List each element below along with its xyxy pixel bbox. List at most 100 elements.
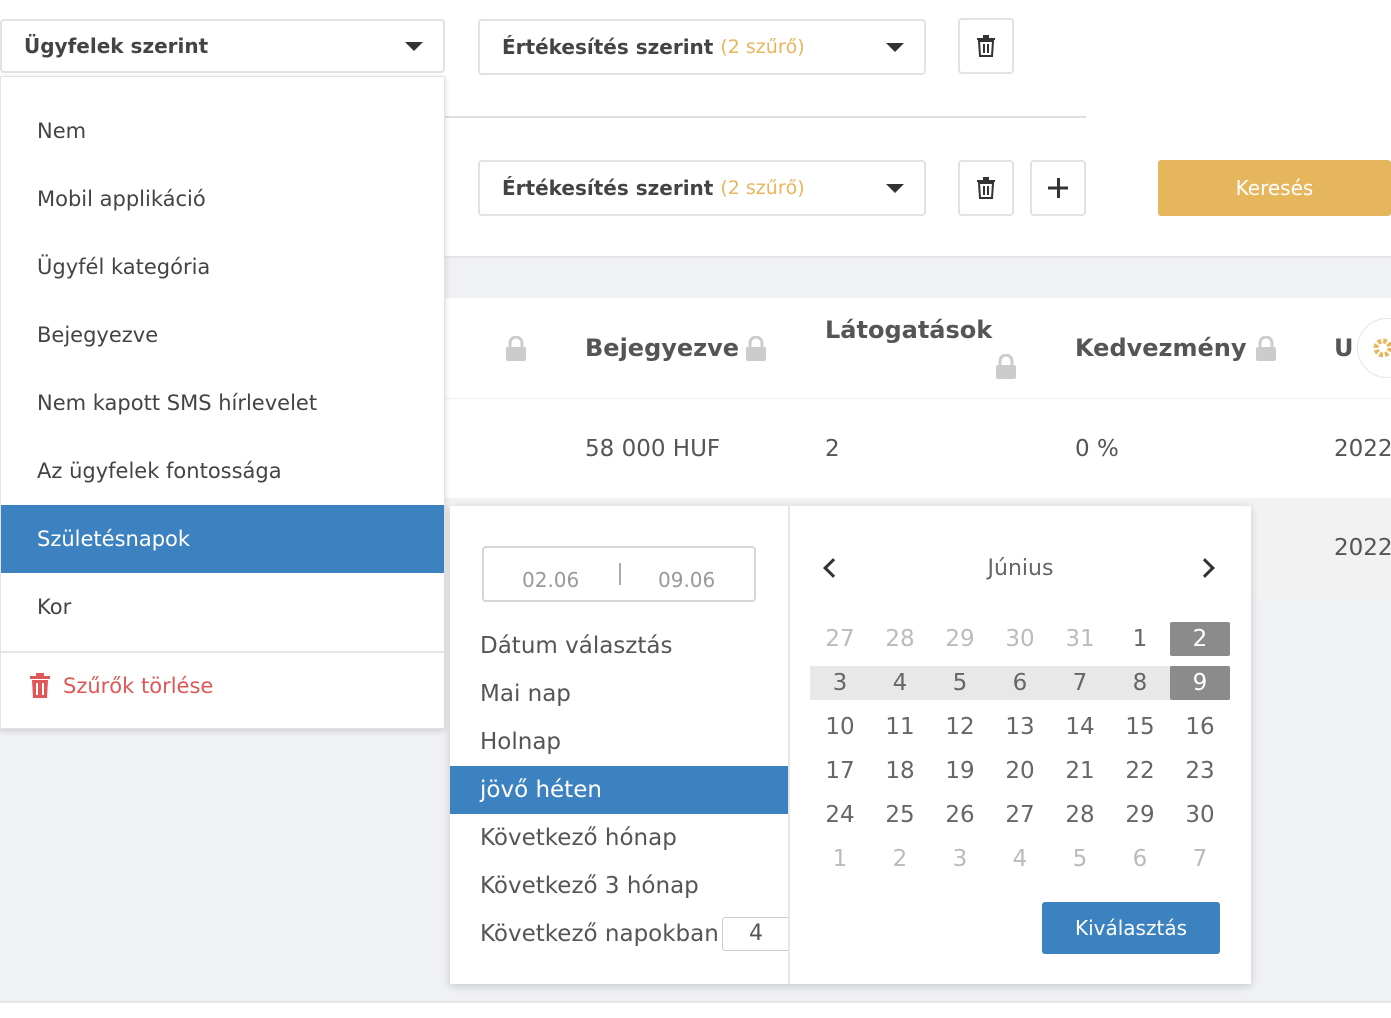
- lock-icon[interactable]: [745, 336, 767, 362]
- calendar-day[interactable]: 20: [990, 754, 1050, 788]
- menu-item-age[interactable]: Kor: [1, 573, 444, 641]
- calendar-day[interactable]: 27: [990, 798, 1050, 832]
- preset-custom-date[interactable]: Dátum választás: [450, 622, 788, 670]
- calendar-day[interactable]: 14: [1050, 710, 1110, 744]
- preset-label: Mai nap: [480, 681, 571, 707]
- calendar-day[interactable]: 8: [1110, 666, 1170, 700]
- calendar-day[interactable]: 2: [870, 842, 930, 876]
- calendar-day[interactable]: 15: [1110, 710, 1170, 744]
- calendar-day[interactable]: 13: [990, 710, 1050, 744]
- calendar-week: 27 28 29 30 31 1 2: [810, 622, 1230, 656]
- column-header-discount[interactable]: Kedvezmény: [1075, 334, 1247, 362]
- calendar-day[interactable]: 3: [930, 842, 990, 876]
- table-cell: 0 %: [1075, 436, 1119, 462]
- sales-filter-select-2[interactable]: Értékesítés szerint (2 szűrő): [478, 160, 926, 216]
- menu-item-birthdays[interactable]: Születésnapok: [1, 505, 444, 573]
- date-range-input[interactable]: 02.06 09.06: [482, 546, 756, 602]
- menu-item-label: Nem kapott SMS hírlevelet: [37, 391, 318, 415]
- sales-filter-select-1[interactable]: Értékesítés szerint (2 szűrő): [478, 19, 926, 75]
- menu-item-label: Az ügyfelek fontossága: [37, 459, 282, 483]
- calendar-day[interactable]: 28: [870, 622, 930, 656]
- calendar-day[interactable]: 6: [1110, 842, 1170, 876]
- menu-item-no-sms-newsletter[interactable]: Nem kapott SMS hírlevelet: [1, 369, 444, 437]
- chevron-down-icon: [886, 184, 904, 193]
- column-header-registered[interactable]: Bejegyezve: [585, 334, 739, 362]
- clear-filters-label: Szűrők törlése: [63, 674, 214, 698]
- preset-tomorrow[interactable]: Holnap: [450, 718, 788, 766]
- preset-label: Következő 3 hónap: [480, 873, 699, 899]
- filter-group-divider: [445, 116, 1086, 118]
- menu-item-registered[interactable]: Bejegyezve: [1, 301, 444, 369]
- calendar-day[interactable]: 1: [810, 842, 870, 876]
- calendar-day[interactable]: 4: [870, 666, 930, 700]
- menu-item-label: Születésnapok: [37, 527, 191, 551]
- preset-today[interactable]: Mai nap: [450, 670, 788, 718]
- calendar-day[interactable]: 29: [930, 622, 990, 656]
- calendar-day[interactable]: 21: [1050, 754, 1110, 788]
- calendar-day[interactable]: 10: [810, 710, 870, 744]
- calendar-day[interactable]: 27: [810, 622, 870, 656]
- select-date-button[interactable]: Kiválasztás: [1042, 902, 1220, 954]
- calendar-day-selected-end[interactable]: 9: [1170, 666, 1230, 700]
- days-count-input[interactable]: 4: [722, 917, 790, 951]
- date-range-picker: 02.06 09.06 Dátum választás Mai nap Holn…: [450, 506, 1251, 984]
- menu-item-customer-category[interactable]: Ügyfél kategória: [1, 233, 444, 301]
- calendar-day[interactable]: 5: [1050, 842, 1110, 876]
- menu-item-customer-importance[interactable]: Az ügyfelek fontossága: [1, 437, 444, 505]
- calendar-week: 3 4 5 6 7 8 9: [810, 666, 1230, 700]
- calendar-day[interactable]: 25: [870, 798, 930, 832]
- range-end-date: 09.06: [658, 568, 716, 592]
- calendar-day[interactable]: 31: [1050, 622, 1110, 656]
- preset-next-3-months[interactable]: Következő 3 hónap: [450, 862, 788, 910]
- menu-item-gender[interactable]: Nem: [1, 97, 444, 165]
- calendar-day[interactable]: 5: [930, 666, 990, 700]
- add-filter-button[interactable]: [1030, 160, 1086, 216]
- calendar-day[interactable]: 22: [1110, 754, 1170, 788]
- sales-filter-label: Értékesítés szerint: [502, 35, 714, 59]
- bottom-divider: [0, 1001, 1391, 1003]
- delete-filter-button-1[interactable]: [958, 18, 1014, 74]
- table-row[interactable]: 58 000 HUF 2 0 % 2022: [445, 398, 1391, 498]
- calendar-day[interactable]: 24: [810, 798, 870, 832]
- range-start-date: 02.06: [522, 568, 580, 592]
- preset-next-month[interactable]: Következő hónap: [450, 814, 788, 862]
- calendar-day[interactable]: 30: [1170, 798, 1230, 832]
- menu-item-mobile-app[interactable]: Mobil applikáció: [1, 165, 444, 233]
- calendar-day[interactable]: 18: [870, 754, 930, 788]
- lock-icon[interactable]: [505, 336, 527, 362]
- column-header-truncated[interactable]: U: [1334, 334, 1354, 362]
- calendar-day[interactable]: 7: [1170, 842, 1230, 876]
- trash-icon: [977, 177, 995, 199]
- clear-filters-button[interactable]: Szűrők törlése: [29, 673, 213, 699]
- calendar-day[interactable]: 26: [930, 798, 990, 832]
- calendar-day[interactable]: 3: [810, 666, 870, 700]
- calendar-week: 10 11 12 13 14 15 16: [810, 710, 1230, 744]
- customer-filter-select[interactable]: Ügyfelek szerint: [0, 19, 445, 73]
- calendar-day[interactable]: 12: [930, 710, 990, 744]
- lock-icon[interactable]: [995, 354, 1017, 380]
- calendar-day[interactable]: 4: [990, 842, 1050, 876]
- calendar-day[interactable]: 29: [1110, 798, 1170, 832]
- calendar-day-selected-start[interactable]: 2: [1170, 622, 1230, 656]
- preset-label: Holnap: [480, 729, 562, 755]
- lock-icon[interactable]: [1255, 336, 1277, 362]
- calendar-day[interactable]: 11: [870, 710, 930, 744]
- column-header-visits[interactable]: Látogatások: [825, 316, 992, 344]
- calendar-day[interactable]: 30: [990, 622, 1050, 656]
- calendar-day[interactable]: 1: [1110, 622, 1170, 656]
- calendar-day[interactable]: 6: [990, 666, 1050, 700]
- table-cell: 2: [825, 436, 840, 462]
- delete-filter-button-2[interactable]: [958, 160, 1014, 216]
- preset-label: jövő héten: [480, 777, 602, 803]
- calendar-day[interactable]: 7: [1050, 666, 1110, 700]
- calendar-day[interactable]: 16: [1170, 710, 1230, 744]
- search-button[interactable]: Keresés: [1158, 160, 1391, 216]
- calendar-day[interactable]: 23: [1170, 754, 1230, 788]
- filter-count: (2 szűrő): [720, 177, 805, 199]
- table-cell: 2022: [1334, 535, 1391, 561]
- preset-next-week[interactable]: jövő héten: [450, 766, 788, 814]
- calendar-day[interactable]: 17: [810, 754, 870, 788]
- calendar-day[interactable]: 28: [1050, 798, 1110, 832]
- column-settings-button[interactable]: [1357, 318, 1391, 378]
- calendar-day[interactable]: 19: [930, 754, 990, 788]
